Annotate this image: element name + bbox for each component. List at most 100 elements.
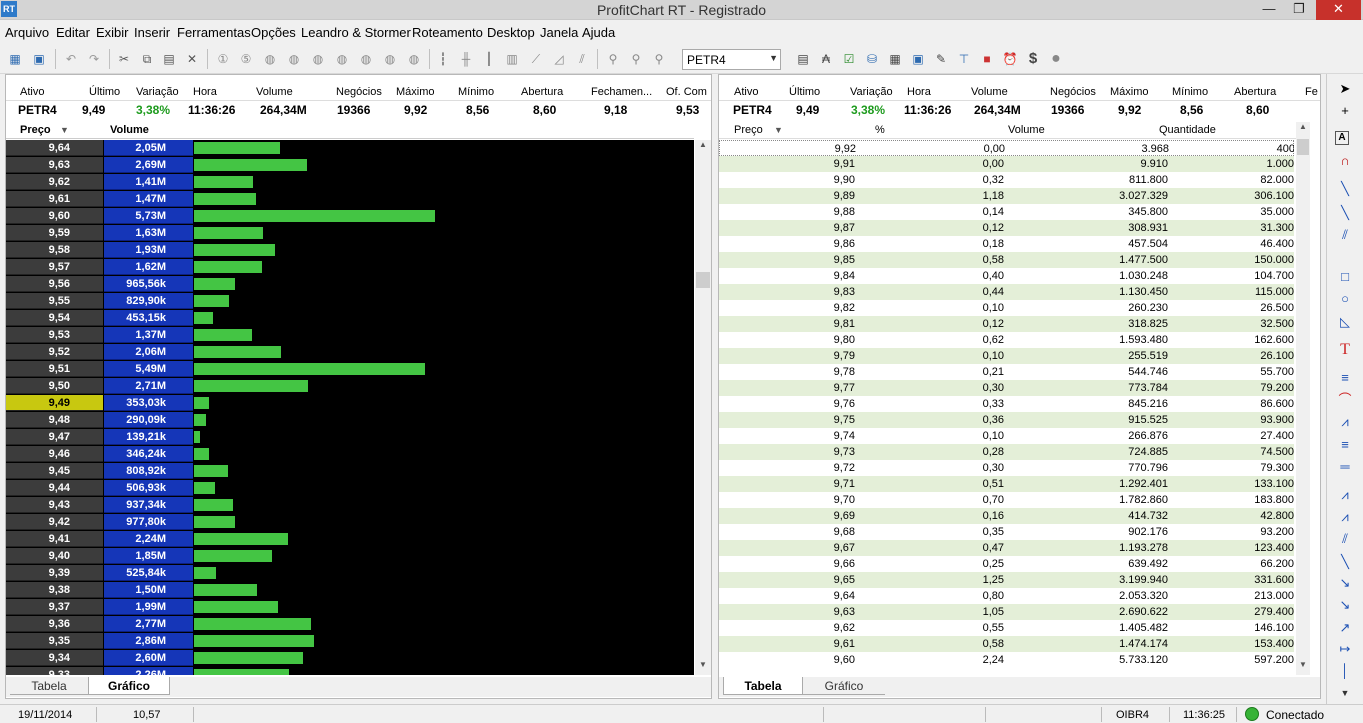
ellipse-icon[interactable]: ○ <box>1335 290 1355 308</box>
book-row[interactable]: 9,60 5,73M <box>6 208 694 225</box>
period-30-icon[interactable]: ◍ <box>285 50 303 68</box>
fibonacci-arc-icon[interactable]: ⌒ <box>1335 391 1355 409</box>
copy-icon[interactable]: ⧉ <box>138 50 156 68</box>
book-row[interactable]: 9,41 2,24M <box>6 531 694 548</box>
scroll-up-icon[interactable]: ▲ <box>696 140 710 154</box>
gann-fan-icon[interactable]: ⩘ <box>1335 486 1355 504</box>
menu-inserir[interactable]: Inserir <box>134 25 170 40</box>
table-row[interactable]: 9,64 0,80 2.053.320 213.000 <box>719 588 1294 604</box>
scroll-down-icon[interactable]: ▼ <box>1335 684 1355 702</box>
cursor-icon[interactable]: ➤ <box>1335 80 1355 98</box>
book-row[interactable]: 9,37 1,99M <box>6 599 694 616</box>
table-row[interactable]: 9,84 0,40 1.030.248 104.700 <box>719 268 1294 284</box>
grid-icon[interactable]: ▦ <box>886 50 904 68</box>
cut-icon[interactable]: ✂ <box>115 50 133 68</box>
col-quantidade-header[interactable]: Quantidade <box>1159 124 1216 136</box>
book-row[interactable]: 9,42 977,80k <box>6 514 694 531</box>
book-row[interactable]: 9,62 1,41M <box>6 174 694 191</box>
sort-down-icon[interactable]: ▼ <box>774 125 783 135</box>
book-row[interactable]: 9,49 353,03k <box>6 395 694 412</box>
speed-lines-icon[interactable]: ⩘ <box>1335 508 1355 526</box>
col-volume-header[interactable]: Volume <box>1008 124 1045 136</box>
col-volume-header[interactable]: Volume <box>110 124 149 136</box>
restore-button[interactable]: ❐ <box>1285 0 1313 20</box>
table-row[interactable]: 9,66 0,25 639.492 66.200 <box>719 556 1294 572</box>
scrollbar-thumb[interactable] <box>1297 139 1309 155</box>
book-row[interactable]: 9,35 2,86M <box>6 633 694 650</box>
text-style-icon[interactable]: A <box>1335 131 1349 145</box>
alarm-clock-icon[interactable]: ⏰ <box>1001 50 1019 68</box>
trend-line-icon[interactable]: ╲ <box>1335 180 1355 198</box>
book-row[interactable]: 9,44 506,93k <box>6 480 694 497</box>
raff-channel-icon[interactable]: ╲ <box>1335 553 1355 571</box>
triangle-icon[interactable]: ◺ <box>1335 313 1355 331</box>
database-icon[interactable]: ⛁ <box>863 50 881 68</box>
scroll-up-icon[interactable]: ▲ <box>1296 122 1310 136</box>
renko-icon[interactable]: ▥ <box>503 50 521 68</box>
text-tool-icon[interactable]: T <box>1335 341 1355 359</box>
symbol-select[interactable]: PETR4 ▼ <box>682 49 781 70</box>
book-row[interactable]: 9,45 808,92k <box>6 463 694 480</box>
table-row[interactable]: 9,65 1,25 3.199.940 331.600 <box>719 572 1294 588</box>
period-monthly-icon[interactable]: ◍ <box>381 50 399 68</box>
table-row[interactable]: 9,76 0,33 845.216 86.600 <box>719 396 1294 412</box>
scroll-down-icon[interactable]: ▼ <box>696 660 710 674</box>
book-row[interactable]: 9,48 290,09k <box>6 412 694 429</box>
quote-list-icon[interactable]: ☑ <box>840 50 858 68</box>
book-icon[interactable]: ▤ <box>794 50 812 68</box>
menu-janela[interactable]: Janela <box>540 25 578 40</box>
table-row[interactable]: 9,79 0,10 255.519 26.100 <box>719 348 1294 364</box>
table-row[interactable]: 9,67 0,47 1.193.278 123.400 <box>719 540 1294 556</box>
vertical-line-icon[interactable]: │ <box>1335 662 1355 680</box>
table-row[interactable]: 9,63 1,05 2.690.622 279.400 <box>719 604 1294 620</box>
measure-icon[interactable]: ↦ <box>1335 640 1355 658</box>
book-row[interactable]: 9,46 346,24k <box>6 446 694 463</box>
book-scrollbar[interactable]: ▲ ▼ <box>695 140 711 675</box>
book-row[interactable]: 9,36 2,77M <box>6 616 694 633</box>
book-row[interactable]: 9,50 2,71M <box>6 378 694 395</box>
regression-icon[interactable]: ⫽ <box>1335 530 1355 548</box>
menu-ferramentas[interactable]: Ferramentas <box>177 25 251 40</box>
menu-roteamento[interactable]: Roteamento <box>412 25 483 40</box>
table-row[interactable]: 9,89 1,18 3.027.329 306.100 <box>719 188 1294 204</box>
book-row[interactable]: 9,64 2,05M <box>6 140 694 157</box>
table-row[interactable]: 9,92 0,00 3.968 400 <box>719 140 1294 156</box>
bar-icon[interactable]: ╫ <box>457 50 475 68</box>
chart-icon[interactable]: ▦ <box>6 50 24 68</box>
menu-leandro-stormer[interactable]: Leandro & Stormer <box>301 25 411 40</box>
fibonacci-projection-icon[interactable]: ≡ <box>1335 436 1355 454</box>
book-row[interactable]: 9,59 1,63M <box>6 225 694 242</box>
book-row[interactable]: 9,33 2,26M <box>6 667 694 675</box>
table-row[interactable]: 9,90 0,32 811.800 82.000 <box>719 172 1294 188</box>
close-button[interactable]: ✕ <box>1316 0 1361 20</box>
zoom-in-icon[interactable]: ⚲ <box>604 50 622 68</box>
tt-icon[interactable]: ⊤ <box>955 50 973 68</box>
scrollbar-thumb[interactable] <box>696 272 710 288</box>
dollar-icon[interactable]: $ <box>1024 50 1042 68</box>
table-row[interactable]: 9,69 0,16 414.732 42.800 <box>719 508 1294 524</box>
tab-tabela[interactable]: Tabela <box>10 677 88 695</box>
book-row[interactable]: 9,34 2,60M <box>6 650 694 667</box>
minimize-button[interactable]: — <box>1255 0 1283 20</box>
table-row[interactable]: 9,81 0,12 318.825 32.500 <box>719 316 1294 332</box>
table-row[interactable]: 9,75 0,36 915.525 93.900 <box>719 412 1294 428</box>
candle-icon[interactable]: ┇ <box>434 50 452 68</box>
table-row[interactable]: 9,88 0,14 345.800 35.000 <box>719 204 1294 220</box>
table-row[interactable]: 9,68 0,35 902.176 93.200 <box>719 524 1294 540</box>
andrews-fork-icon[interactable]: ↘ <box>1335 596 1355 614</box>
table-row[interactable]: 9,62 0,55 1.405.482 146.100 <box>719 620 1294 636</box>
delete-icon[interactable]: ✕ <box>183 50 201 68</box>
col-percent-header[interactable]: % <box>875 124 885 136</box>
book-row[interactable]: 9,56 965,56k <box>6 276 694 293</box>
menu-opcoes[interactable]: Opções <box>251 25 296 40</box>
horizontal-lines-icon[interactable]: ≡ <box>1335 369 1355 387</box>
andrews-alt-icon[interactable]: ↗ <box>1335 619 1355 637</box>
edit-icon[interactable]: ✎ <box>932 50 950 68</box>
table-row[interactable]: 9,78 0,21 544.746 55.700 <box>719 364 1294 380</box>
zoom-fit-icon[interactable]: ⚲ <box>650 50 668 68</box>
tab-grafico[interactable]: Gráfico <box>88 677 170 695</box>
period-weekly-icon[interactable]: ◍ <box>357 50 375 68</box>
deviation-channel-icon[interactable]: ↘ <box>1335 574 1355 592</box>
parallel-lines-icon[interactable]: ═ <box>1335 458 1355 476</box>
table-row[interactable]: 9,77 0,30 773.784 79.200 <box>719 380 1294 396</box>
